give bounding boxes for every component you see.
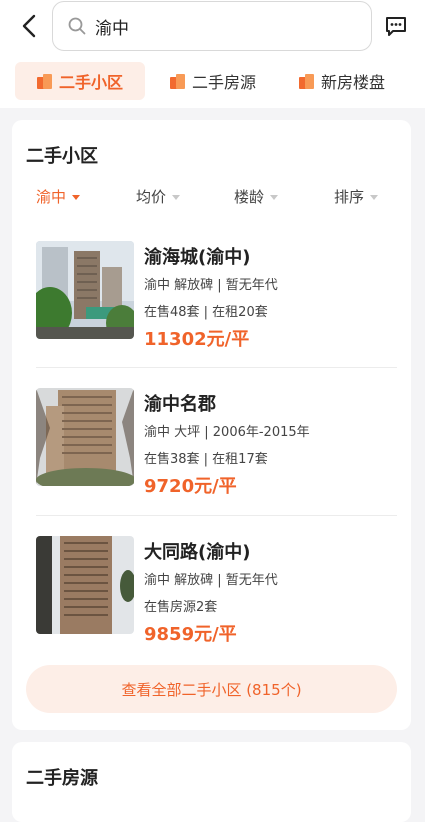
caret-down-icon [370,194,379,200]
tab-second-hand-community[interactable]: 二手小区 [15,62,145,100]
community-list-item[interactable]: 渝中名郡 渝中 大坪 | 2006年-2015年 在售38套 | 在租17套 9… [12,388,411,534]
community-price: 9720元/平 [144,476,237,497]
caret-down-icon [72,194,81,200]
community-name: 渝中名郡 [144,394,216,415]
community-location: 渝中 大坪 | 2006年-2015年 [144,425,310,440]
community-price: 9859元/平 [144,624,237,645]
community-stock: 在售房源2套 [144,600,218,615]
caret-down-icon [270,194,279,200]
filter-district[interactable]: 渝中 [36,186,81,207]
message-icon [386,17,406,36]
community-list-item[interactable]: 大同路(渝中) 渝中 解放碑 | 暂无年代 在售房源2套 9859元/平 [12,536,411,682]
filter-label: 楼龄 [234,188,265,206]
community-section: 二手小区 渝中 均价 楼龄 排序 渝海城(渝中) 渝中 解放碑 | 暂无年代 在… [12,120,411,730]
caret-down-icon [172,194,181,200]
filter-bar: 渝中 均价 楼龄 排序 [12,186,411,212]
community-stock: 在售48套 | 在租20套 [144,305,268,320]
listing-section: 二手房源 [12,742,411,822]
top-bar: 二手小区 二手房源 新房楼盘 [0,0,425,108]
tab-label: 二手小区 [59,73,124,92]
divider [36,367,397,368]
search-input[interactable] [95,16,345,36]
filter-label: 排序 [334,188,365,206]
back-arrow-icon [22,14,36,38]
community-photo [36,241,134,339]
section-title: 二手房源 [26,768,98,789]
back-button[interactable] [14,10,44,42]
building-icon [299,73,314,89]
divider [36,515,397,516]
community-location: 渝中 解放碑 | 暂无年代 [144,573,278,588]
filter-building-age[interactable]: 楼龄 [234,186,279,207]
filter-label: 渝中 [36,188,67,206]
view-all-communities-button[interactable]: 查看全部二手小区 (815个) [26,665,397,713]
filter-avg-price[interactable]: 均价 [136,186,181,207]
community-name: 大同路(渝中) [144,542,251,563]
section-title: 二手小区 [26,146,98,167]
building-icon [37,73,52,89]
community-photo [36,536,134,634]
category-tabs: 二手小区 二手房源 新房楼盘 [0,62,425,100]
tab-label: 新房楼盘 [321,73,386,92]
community-photo [36,388,134,486]
community-location: 渝中 解放碑 | 暂无年代 [144,278,278,293]
community-price: 11302元/平 [144,329,250,350]
tab-new-homes[interactable]: 新房楼盘 [299,62,419,100]
building-icon [170,73,185,89]
search-icon [67,16,87,36]
message-button[interactable] [383,13,409,39]
tab-second-hand-listing[interactable]: 二手房源 [170,62,290,100]
search-box[interactable] [52,1,372,51]
tab-label: 二手房源 [192,73,257,92]
community-list-item[interactable]: 渝海城(渝中) 渝中 解放碑 | 暂无年代 在售48套 | 在租20套 1130… [12,241,411,387]
filter-label: 均价 [136,188,167,206]
community-stock: 在售38套 | 在租17套 [144,452,268,467]
community-name: 渝海城(渝中) [144,247,251,268]
filter-sort[interactable]: 排序 [334,186,379,207]
